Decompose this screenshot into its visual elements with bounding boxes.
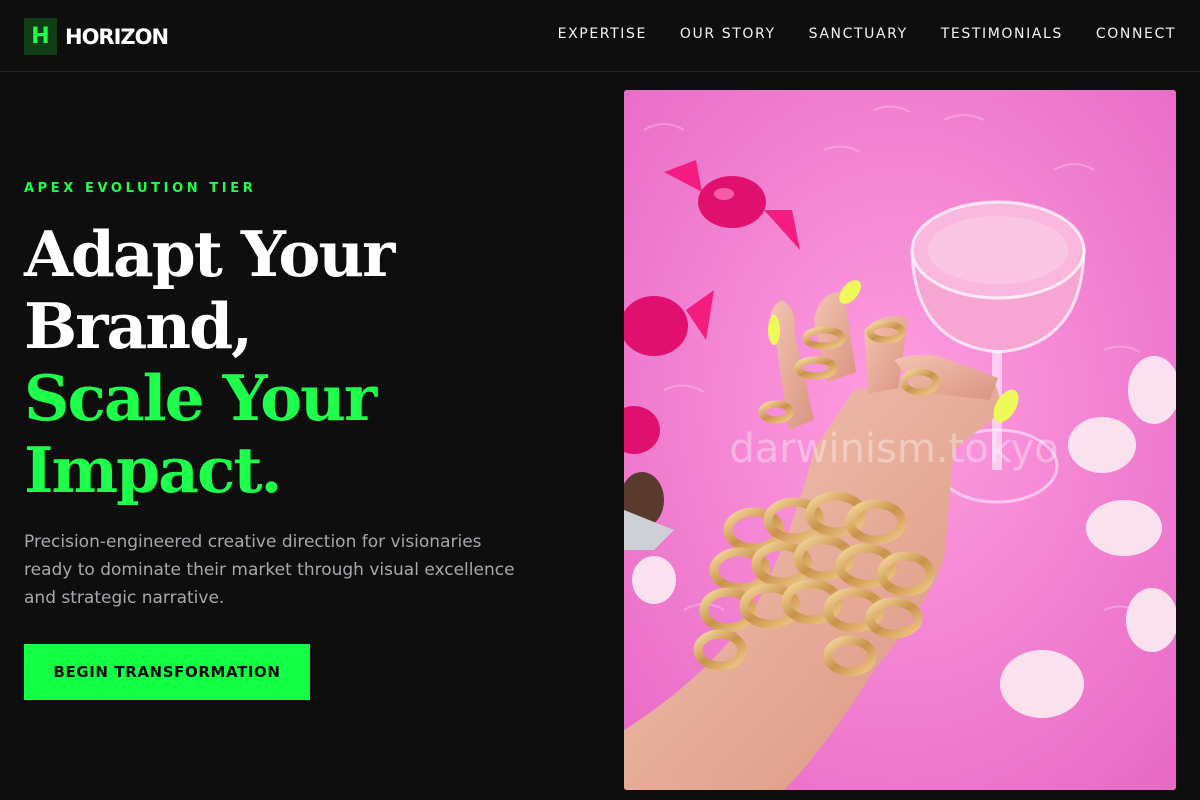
hero-image: darwinism.tokyo: [624, 90, 1176, 790]
headline-line-2: Brand,: [24, 289, 253, 363]
brand-name: HORIZON: [65, 24, 169, 49]
nav-link-testimonials[interactable]: TESTIMONIALS: [941, 26, 1063, 42]
brand-logo[interactable]: H HORIZON: [24, 18, 169, 55]
hero-photo-illustration: darwinism.tokyo: [624, 90, 1176, 790]
nav-link-connect[interactable]: CONNECT: [1096, 26, 1176, 42]
logo-mark: H: [24, 18, 57, 55]
begin-transformation-button[interactable]: BEGIN TRANSFORMATION: [24, 644, 310, 700]
hero-description: Precision-engineered creative direction …: [24, 532, 515, 608]
photo-watermark: darwinism.tokyo: [729, 426, 1058, 472]
headline-line-3: Scale Your: [24, 361, 377, 435]
headline-line-4: Impact.: [24, 433, 282, 507]
top-nav: H HORIZON EXPERTISE OUR STORY SANCTUARY …: [0, 0, 1200, 72]
hero-eyebrow: APEX EVOLUTION TIER: [24, 181, 257, 196]
nav-link-sanctuary[interactable]: SANCTUARY: [809, 26, 908, 42]
nav-link-our-story[interactable]: OUR STORY: [680, 26, 776, 42]
nav-link-expertise[interactable]: EXPERTISE: [558, 26, 647, 42]
main-menu: EXPERTISE OUR STORY SANCTUARY TESTIMONIA…: [558, 26, 1176, 42]
headline-line-1: Adapt Your: [24, 217, 395, 291]
hero-headline: Adapt Your Brand, Scale Your Impact.: [24, 217, 395, 507]
